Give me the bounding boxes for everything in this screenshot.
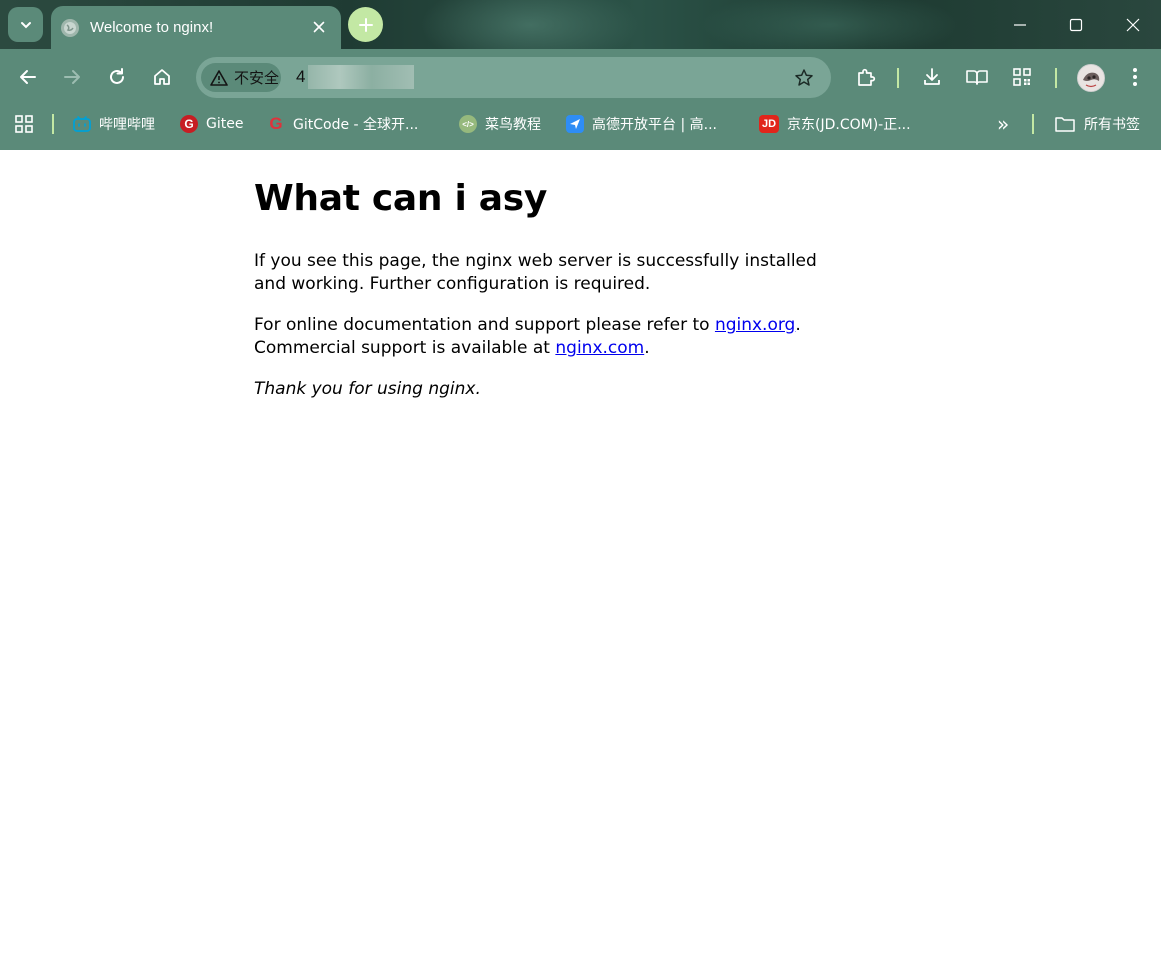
url-redaction xyxy=(308,65,414,89)
all-bookmarks-button[interactable]: 所有书签 xyxy=(1055,106,1140,142)
support-text: For online documentation and support ple… xyxy=(254,315,715,335)
close-window-button[interactable] xyxy=(1105,0,1161,49)
maximize-button[interactable] xyxy=(1048,0,1104,49)
web-page: What can i asy If you see this page, the… xyxy=(0,150,1161,979)
bookmark-label: 京东(JD.COM)-正... xyxy=(787,117,911,133)
apps-button[interactable] xyxy=(14,106,34,142)
new-tab-button[interactable] xyxy=(348,7,383,42)
bookmark-label: 高德开放平台 | 高... xyxy=(592,117,717,133)
plus-icon xyxy=(358,17,373,32)
bookmark-item-jd[interactable]: JD 京东(JD.COM)-正... xyxy=(759,106,911,142)
wallpaper-decoration xyxy=(700,0,960,49)
page-heading: What can i asy xyxy=(254,178,548,219)
title-bar: Welcome to nginx! xyxy=(0,0,1161,49)
warning-icon xyxy=(210,69,228,86)
reload-button[interactable] xyxy=(100,60,134,94)
arrow-right-icon xyxy=(64,70,80,84)
wallpaper-decoration xyxy=(420,0,640,49)
bookmark-label: Gitee xyxy=(206,116,244,132)
security-indicator[interactable]: 不安全 xyxy=(201,63,281,92)
book-icon xyxy=(966,70,988,85)
gitee-icon: G xyxy=(180,115,198,133)
nginx-org-link[interactable]: nginx.org xyxy=(715,315,795,335)
more-vertical-icon xyxy=(1133,68,1137,86)
download-icon xyxy=(924,68,940,85)
downloads-button[interactable] xyxy=(915,60,949,94)
maximize-icon xyxy=(1069,18,1083,31)
bookmark-item-bilibili[interactable]: 哔哩哔哩 xyxy=(73,106,155,142)
all-bookmarks-label: 所有书签 xyxy=(1084,117,1140,133)
url-text[interactable]: 4 xyxy=(296,67,305,87)
bookmarks-bar: 哔哩哔哩 G Gitee G GitCode - 全球开... </> 菜鸟教程… xyxy=(0,106,1161,150)
close-icon[interactable] xyxy=(309,17,329,37)
intro-paragraph: If you see this page, the nginx web serv… xyxy=(254,251,817,294)
apps-grid-icon xyxy=(15,115,33,133)
amap-icon xyxy=(566,115,584,133)
extensions-button[interactable] xyxy=(849,60,883,94)
profile-avatar[interactable] xyxy=(1077,64,1105,92)
chevron-down-icon xyxy=(20,21,31,28)
thanks-paragraph: Thank you for using nginx. xyxy=(254,378,854,401)
gitcode-icon: G xyxy=(269,114,283,133)
minimize-button[interactable] xyxy=(992,0,1048,49)
toolbar-divider xyxy=(1055,68,1057,88)
reading-mode-button[interactable] xyxy=(960,60,994,94)
qr-code-icon xyxy=(1013,68,1031,86)
back-button[interactable] xyxy=(11,60,45,94)
reload-icon xyxy=(110,68,124,84)
home-button[interactable] xyxy=(145,60,179,94)
address-bar[interactable]: 不安全 4 xyxy=(196,57,831,98)
support-text-punct: . xyxy=(795,315,801,335)
tab-search-button[interactable] xyxy=(8,7,43,42)
bookmarks-divider xyxy=(1032,114,1034,134)
close-icon xyxy=(1126,18,1140,31)
support-paragraph: For online documentation and support ple… xyxy=(254,314,854,360)
bookmark-item-runoob[interactable]: </> 菜鸟教程 xyxy=(459,106,541,142)
bilibili-icon xyxy=(73,115,91,133)
arrow-left-icon xyxy=(20,70,36,84)
page-content: What can i asy If you see this page, the… xyxy=(254,176,854,419)
tab-title: Welcome to nginx! xyxy=(90,19,214,36)
folder-icon xyxy=(1055,117,1075,132)
nginx-com-link[interactable]: nginx.com xyxy=(555,338,644,358)
bookmark-star-button[interactable] xyxy=(793,67,815,89)
bookmark-label: 哔哩哔哩 xyxy=(99,117,155,133)
avatar-image xyxy=(1078,65,1104,91)
double-chevron-right-icon: » xyxy=(997,112,1010,136)
tab-active[interactable]: Welcome to nginx! xyxy=(51,6,341,49)
bookmarks-overflow-button[interactable]: » xyxy=(997,106,1009,142)
toolbar-divider xyxy=(897,68,899,88)
menu-button[interactable] xyxy=(1118,60,1152,94)
bookmark-item-amap[interactable]: 高德开放平台 | 高... xyxy=(566,106,717,142)
runoob-icon: </> xyxy=(459,115,477,133)
commercial-text-punct: . xyxy=(644,338,650,358)
security-label: 不安全 xyxy=(234,69,280,87)
thanks-text: Thank you for using nginx. xyxy=(254,379,481,399)
bookmarks-divider xyxy=(52,114,54,134)
minimize-icon xyxy=(1014,23,1026,26)
forward-button[interactable] xyxy=(55,60,89,94)
home-icon xyxy=(154,69,170,85)
bookmark-item-gitcode[interactable]: G GitCode - 全球开... xyxy=(267,106,418,142)
bookmark-label: 菜鸟教程 xyxy=(485,117,541,133)
toolbar: 不安全 4 xyxy=(0,49,1161,106)
jd-icon: JD xyxy=(759,115,779,133)
commercial-text: Commercial support is available at xyxy=(254,338,556,358)
qr-code-button[interactable] xyxy=(1005,60,1039,94)
globe-icon xyxy=(61,18,79,37)
puzzle-icon xyxy=(858,68,876,86)
bookmark-item-gitee[interactable]: G Gitee xyxy=(180,106,243,142)
star-icon xyxy=(795,69,813,86)
bookmark-label: GitCode - 全球开... xyxy=(293,117,419,133)
